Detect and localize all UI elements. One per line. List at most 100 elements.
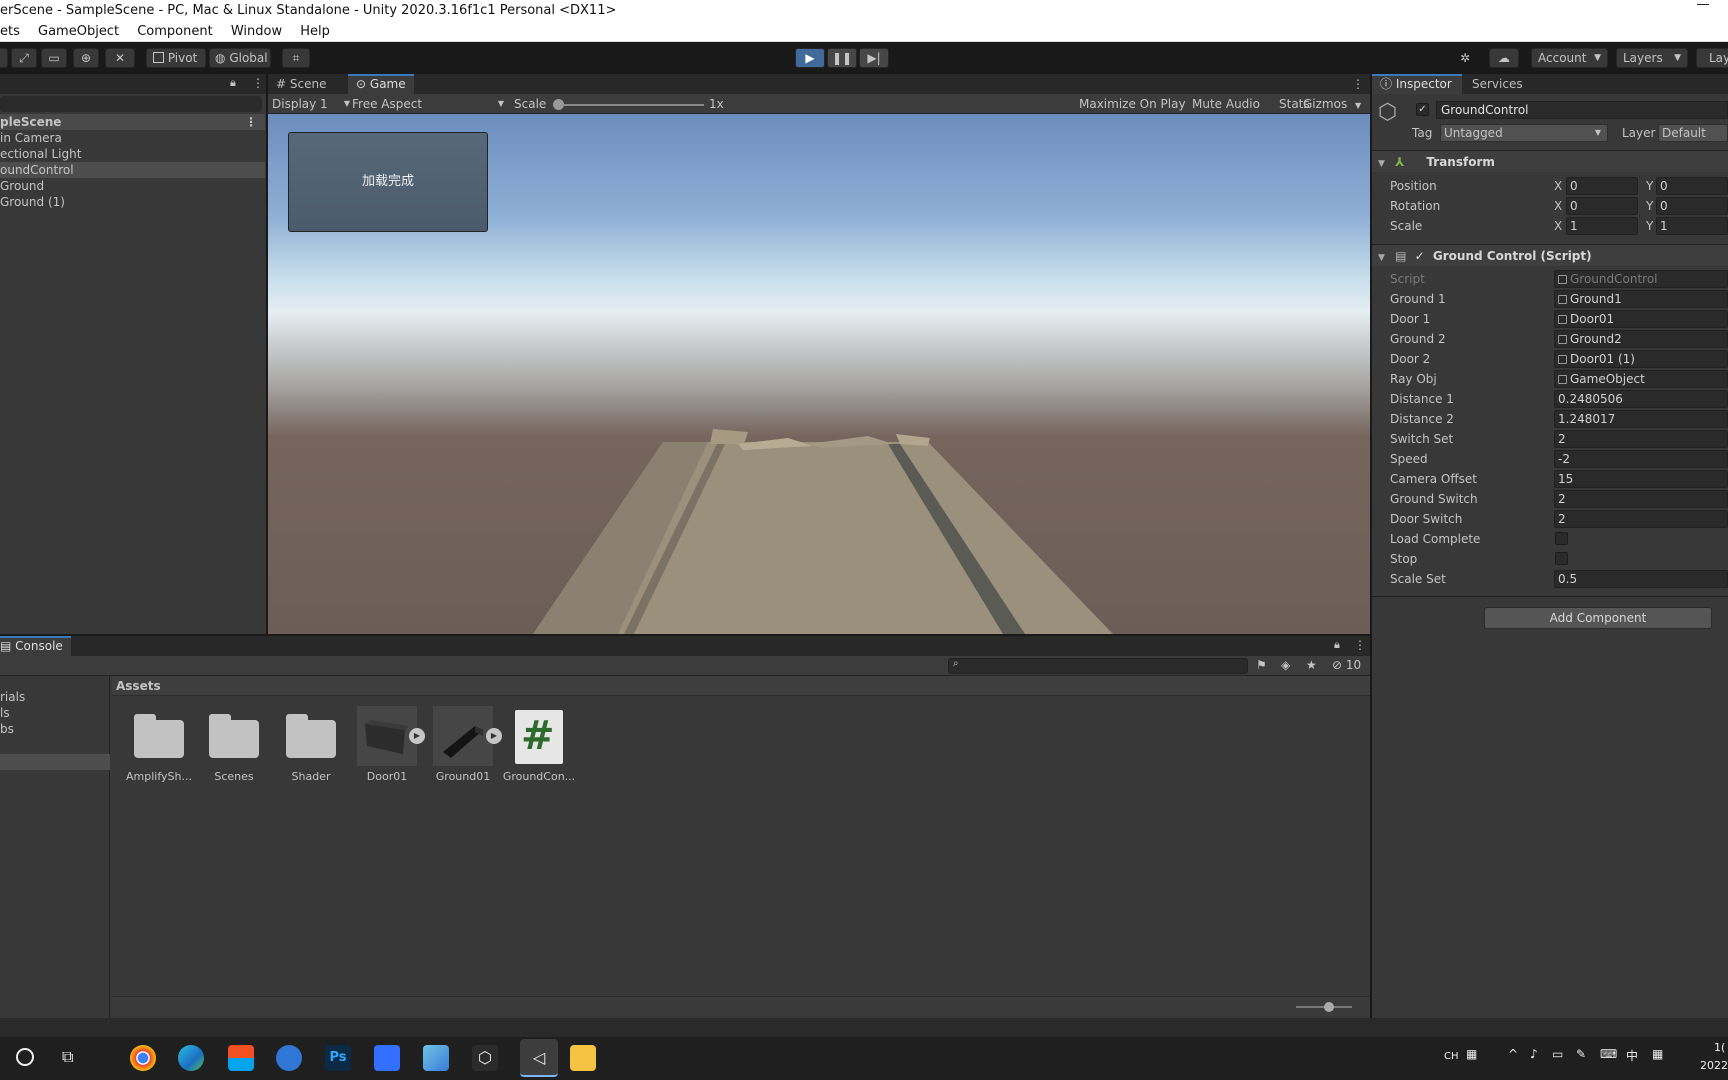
hierarchy-scene-row[interactable]: pleScene ⋮: [0, 114, 265, 130]
ray-obj-object-field[interactable]: GameObject: [1554, 370, 1728, 388]
position-y-field[interactable]: 0: [1656, 177, 1728, 195]
account-dropdown[interactable]: Account ▼: [1531, 48, 1608, 68]
edge-icon[interactable]: [178, 1045, 204, 1071]
maximize-icon[interactable]: [1697, 4, 1709, 16]
grid-snap-button[interactable]: ⌗: [282, 48, 310, 68]
layer-dropdown[interactable]: Default: [1658, 124, 1728, 142]
load-complete-ui-button[interactable]: 加载完成: [288, 132, 488, 232]
layout-dropdown[interactable]: Lay: [1696, 48, 1728, 68]
hierarchy-item[interactable]: Ground (1): [0, 194, 265, 210]
filter-by-type-icon[interactable]: ⚑: [1256, 658, 1267, 672]
door-switch-field[interactable]: 2: [1554, 510, 1728, 528]
global-toggle[interactable]: ◍ Global: [209, 48, 271, 68]
project-search-input[interactable]: ⌕: [948, 658, 1248, 674]
ground2-object-field[interactable]: Ground2: [1554, 330, 1728, 348]
expand-prefab-icon[interactable]: ▶: [409, 728, 425, 744]
rect-tool-button[interactable]: [0, 48, 8, 68]
hidden-packages-toggle[interactable]: ⊘ 10: [1332, 658, 1361, 672]
distance2-field[interactable]: 1.248017: [1554, 410, 1728, 428]
asset-folder-scenes[interactable]: [209, 714, 259, 758]
chrome-icon[interactable]: [130, 1045, 156, 1071]
favorites-star-icon[interactable]: ★: [1306, 658, 1317, 672]
scale-slider-track[interactable]: [558, 104, 704, 106]
more-options-icon[interactable]: ⋮: [1354, 638, 1366, 652]
menu-help[interactable]: Help: [300, 22, 330, 41]
scale-slider-handle[interactable]: [553, 99, 564, 110]
object-name-field[interactable]: GroundControl: [1436, 101, 1728, 119]
keyboard-icon[interactable]: ⌨: [1600, 1047, 1617, 1061]
gizmos-toggle[interactable]: Gizmos ▼: [1303, 97, 1361, 111]
more-options-icon[interactable]: ⋮: [1352, 77, 1364, 91]
asset-folder-amplify[interactable]: [134, 714, 184, 758]
script-component-header[interactable]: ▼ ▤ ✓ Ground Control (Script): [1372, 244, 1728, 266]
layers-dropdown[interactable]: Layers ▼: [1616, 48, 1688, 68]
collab-button[interactable]: ✲: [1452, 48, 1478, 68]
clock-time[interactable]: 1(: [1714, 1041, 1725, 1054]
scale-tool-button[interactable]: ⤢: [11, 48, 37, 68]
file-explorer-icon[interactable]: [570, 1045, 596, 1071]
step-button[interactable]: ▶|: [859, 48, 889, 68]
menu-component[interactable]: Component: [137, 22, 212, 41]
unity-editor-icon[interactable]: ◁: [520, 1039, 558, 1077]
scale-set-field[interactable]: 0.5: [1554, 570, 1728, 588]
unity-hub-icon[interactable]: ⬡: [472, 1045, 498, 1071]
volume-icon[interactable]: ♪: [1530, 1047, 1538, 1061]
menu-window[interactable]: Window: [231, 22, 282, 41]
clock-date[interactable]: 2022: [1700, 1059, 1728, 1072]
asset-prefab-door01[interactable]: [357, 706, 417, 766]
transform-tool-button[interactable]: ⊕: [73, 48, 99, 68]
hierarchy-search-input[interactable]: [0, 96, 262, 112]
pause-button[interactable]: ❚❚: [827, 48, 857, 68]
task-view-icon[interactable]: ⧉: [62, 1047, 73, 1067]
keyboard-grid-icon[interactable]: ▦: [1466, 1047, 1477, 1061]
aspect-dropdown[interactable]: Free Aspect ▼: [352, 96, 504, 112]
input-mode-icon[interactable]: ▦: [1652, 1047, 1663, 1061]
project-folder-selected[interactable]: [0, 754, 110, 770]
cloud-button[interactable]: ☁: [1489, 48, 1519, 68]
door1-object-field[interactable]: Door01: [1554, 310, 1728, 328]
rotation-y-field[interactable]: 0: [1656, 197, 1728, 215]
tag-dropdown[interactable]: Untagged ▼: [1440, 124, 1608, 142]
ground-switch-field[interactable]: 2: [1554, 490, 1728, 508]
tab-console[interactable]: ▤ Console: [0, 636, 71, 656]
icon-size-slider-handle[interactable]: [1324, 1002, 1334, 1012]
position-x-field[interactable]: 0: [1566, 177, 1638, 195]
camera-offset-field[interactable]: 15: [1554, 470, 1728, 488]
rotation-x-field[interactable]: 0: [1566, 197, 1638, 215]
mute-audio-toggle[interactable]: Mute Audio: [1192, 97, 1260, 111]
play-button[interactable]: ▶: [795, 48, 825, 68]
ground1-object-field[interactable]: Ground1: [1554, 290, 1728, 308]
display-dropdown[interactable]: Display 1 ▼: [272, 96, 350, 112]
project-folder-item[interactable]: rials: [0, 690, 25, 704]
door2-object-field[interactable]: Door01 (1): [1554, 350, 1728, 368]
more-options-icon[interactable]: ⋮: [252, 76, 264, 90]
ime-indicator[interactable]: CH: [1444, 1051, 1459, 1062]
game-render-view[interactable]: 加载完成: [268, 114, 1370, 634]
expand-prefab-icon[interactable]: ▶: [486, 728, 502, 744]
photoshop-icon[interactable]: Ps: [325, 1045, 351, 1071]
tab-scene[interactable]: # Scene: [268, 74, 334, 94]
feishu-icon[interactable]: [374, 1045, 400, 1071]
active-checkbox[interactable]: ✓: [1416, 103, 1429, 116]
add-component-button[interactable]: Add Component: [1484, 607, 1712, 629]
rect-transform-tool-button[interactable]: ▭: [41, 48, 67, 68]
load-complete-checkbox[interactable]: [1555, 532, 1568, 545]
menu-gameobject[interactable]: GameObject: [38, 22, 119, 41]
scale-y-field[interactable]: 1: [1656, 217, 1728, 235]
pivot-toggle[interactable]: Pivot: [146, 48, 206, 68]
switch-set-field[interactable]: 2: [1554, 430, 1728, 448]
app-blue-circle-icon[interactable]: [276, 1045, 302, 1071]
language-indicator[interactable]: 中: [1626, 1047, 1638, 1064]
hierarchy-item-selected[interactable]: oundControl: [0, 162, 265, 178]
custom-tool-button[interactable]: ✕: [105, 48, 135, 68]
chevron-up-icon[interactable]: ^: [1508, 1047, 1518, 1061]
store-icon[interactable]: [228, 1045, 254, 1071]
speed-field[interactable]: -2: [1554, 450, 1728, 468]
hierarchy-item[interactable]: ectional Light: [0, 146, 265, 162]
pen-icon[interactable]: ✎: [1576, 1047, 1586, 1061]
tab-game[interactable]: ⊙ Game: [348, 74, 414, 94]
scale-x-field[interactable]: 1: [1566, 217, 1638, 235]
tab-inspector[interactable]: ⓘ Inspector: [1372, 74, 1462, 94]
filter-by-label-icon[interactable]: ◈: [1281, 658, 1290, 672]
asset-script-groundcontrol[interactable]: #: [515, 710, 563, 764]
